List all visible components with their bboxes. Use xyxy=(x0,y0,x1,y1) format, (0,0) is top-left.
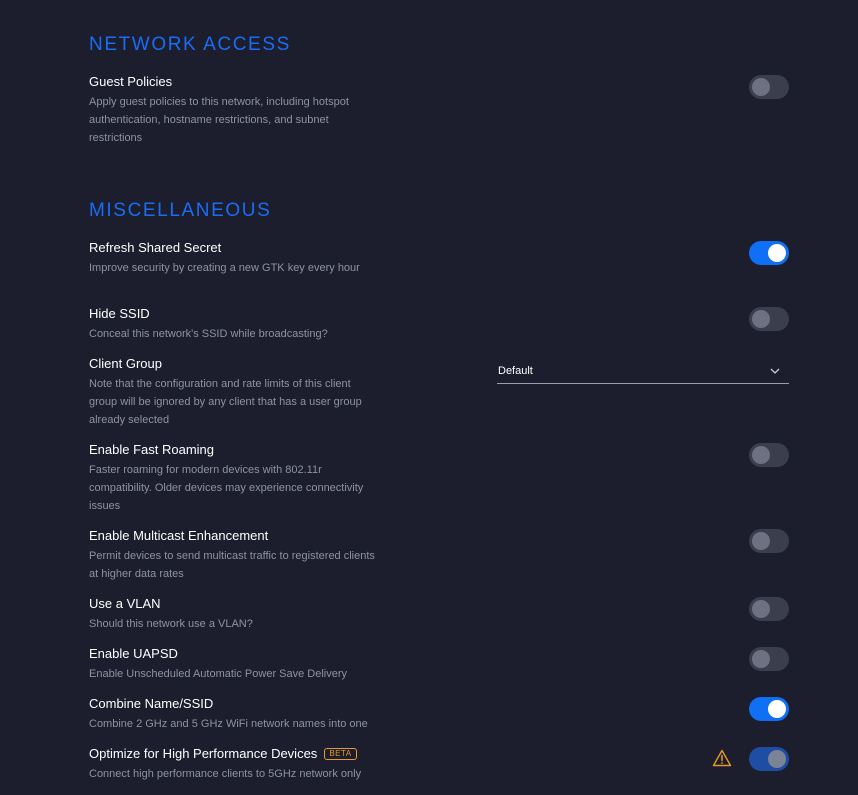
setting-title: Refresh Shared Secret xyxy=(89,240,789,256)
client-group-selected: Default xyxy=(498,365,533,377)
hide-ssid-title: Hide SSID xyxy=(89,306,150,321)
setting-high-performance: Optimize for High Performance Devices BE… xyxy=(89,746,789,783)
toggle-knob xyxy=(752,310,770,328)
client-group-select[interactable]: Default xyxy=(497,359,789,384)
fast-roaming-toggle[interactable] xyxy=(749,443,789,467)
setting-combine-name-ssid: Combine Name/SSID Combine 2 GHz and 5 GH… xyxy=(89,696,789,733)
refresh-shared-secret-description: Improve security by creating a new GTK k… xyxy=(89,262,360,274)
high-performance-description: Connect high performance clients to 5GHz… xyxy=(89,768,362,780)
multicast-enhancement-description: Permit devices to send multicast traffic… xyxy=(89,550,375,580)
setting-title: Combine Name/SSID xyxy=(89,696,789,712)
uapsd-title: Enable UAPSD xyxy=(89,646,178,661)
setting-uapsd: Enable UAPSD Enable Unscheduled Automati… xyxy=(89,646,789,683)
toggle-knob xyxy=(768,700,786,718)
setting-guest-policies: Guest Policies Apply guest policies to t… xyxy=(89,74,789,147)
uapsd-description: Enable Unscheduled Automatic Power Save … xyxy=(89,668,348,680)
combine-name-ssid-description: Combine 2 GHz and 5 GHz WiFi network nam… xyxy=(89,718,368,730)
hide-ssid-toggle[interactable] xyxy=(749,307,789,331)
guest-policies-toggle[interactable] xyxy=(749,75,789,99)
high-performance-title: Optimize for High Performance Devices xyxy=(89,746,318,761)
toggle-knob xyxy=(752,78,770,96)
guest-policies-title: Guest Policies xyxy=(89,74,173,89)
refresh-shared-secret-toggle[interactable] xyxy=(749,241,789,265)
setting-title: Enable Multicast Enhancement xyxy=(89,528,789,544)
setting-multicast-enhancement: Enable Multicast Enhancement Permit devi… xyxy=(89,528,789,583)
toggle-knob xyxy=(752,446,770,464)
setting-client-group: Client Group Note that the configuration… xyxy=(89,356,789,429)
refresh-shared-secret-title: Refresh Shared Secret xyxy=(89,240,222,255)
toggle-knob xyxy=(768,750,786,768)
setting-title: Enable Fast Roaming xyxy=(89,442,789,458)
setting-title: Guest Policies xyxy=(89,74,789,90)
high-performance-toggle[interactable] xyxy=(749,747,789,771)
combine-name-ssid-title: Combine Name/SSID xyxy=(89,696,214,711)
toggle-knob xyxy=(752,600,770,618)
setting-hide-ssid: Hide SSID Conceal this network's SSID wh… xyxy=(89,306,789,343)
toggle-knob xyxy=(752,532,770,550)
combine-name-ssid-toggle[interactable] xyxy=(749,697,789,721)
toggle-knob xyxy=(752,650,770,668)
setting-title: Optimize for High Performance Devices BE… xyxy=(89,746,789,762)
setting-title: Use a VLAN xyxy=(89,596,789,612)
beta-badge: BETA xyxy=(324,748,357,760)
section-title-miscellaneous: MISCELLANEOUS xyxy=(89,200,272,221)
chevron-down-icon xyxy=(770,368,780,374)
setting-title: Enable UAPSD xyxy=(89,646,789,662)
uapsd-toggle[interactable] xyxy=(749,647,789,671)
guest-policies-description: Apply guest policies to this network, in… xyxy=(89,96,349,144)
fast-roaming-description: Faster roaming for modern devices with 8… xyxy=(89,464,364,512)
multicast-enhancement-title: Enable Multicast Enhancement xyxy=(89,528,269,543)
warning-icon[interactable] xyxy=(712,749,732,767)
use-vlan-toggle[interactable] xyxy=(749,597,789,621)
multicast-enhancement-toggle[interactable] xyxy=(749,529,789,553)
setting-title: Hide SSID xyxy=(89,306,789,322)
setting-use-vlan: Use a VLAN Should this network use a VLA… xyxy=(89,596,789,633)
hide-ssid-description: Conceal this network's SSID while broadc… xyxy=(89,328,328,340)
use-vlan-description: Should this network use a VLAN? xyxy=(89,618,253,630)
client-group-description: Note that the configuration and rate lim… xyxy=(89,378,362,426)
setting-fast-roaming: Enable Fast Roaming Faster roaming for m… xyxy=(89,442,789,515)
toggle-knob xyxy=(768,244,786,262)
fast-roaming-title: Enable Fast Roaming xyxy=(89,442,215,457)
section-title-network-access: NETWORK ACCESS xyxy=(89,34,291,55)
use-vlan-title: Use a VLAN xyxy=(89,596,161,611)
client-group-title: Client Group xyxy=(89,356,162,371)
setting-refresh-shared-secret: Refresh Shared Secret Improve security b… xyxy=(89,240,789,277)
